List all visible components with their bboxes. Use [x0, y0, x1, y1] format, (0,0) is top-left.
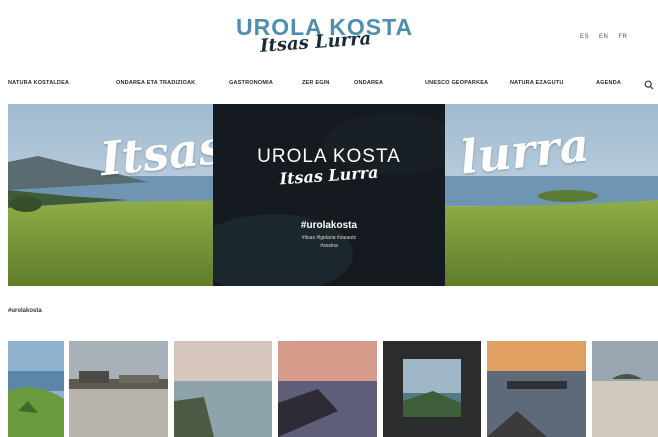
- hero-card-texture: [213, 104, 445, 286]
- photo-sea-rocks[interactable]: [174, 341, 272, 437]
- photo-coast-green[interactable]: [8, 341, 64, 437]
- photo-beach-island[interactable]: [592, 341, 658, 437]
- site-header: UROLA KOSTA Itsas Lurra ES EN FR: [0, 0, 658, 66]
- nav-item-4[interactable]: ZER EGIN: [302, 80, 330, 86]
- hero-tags-line-2: #zestoa: [320, 243, 338, 249]
- photo-sunset-cliffs[interactable]: [278, 341, 377, 437]
- language-switcher: ES EN FR: [580, 34, 627, 40]
- nav-item-3[interactable]: GASTRONOMIA: [229, 80, 273, 86]
- nav-item-7[interactable]: NATURA EZAGUTU: [510, 80, 564, 86]
- lang-en[interactable]: EN: [599, 34, 608, 40]
- lang-es[interactable]: ES: [580, 34, 589, 40]
- hero-tags: #itsas #lgetaria #zarautz #zestoa: [213, 234, 445, 250]
- nav-item-2[interactable]: ONDAREA ETA TRADIZIOAK: [116, 80, 195, 86]
- photo-harbor-reflection[interactable]: [69, 341, 168, 437]
- search-icon[interactable]: [644, 80, 654, 90]
- hero-hashtag: #urolakosta: [300, 220, 358, 231]
- instagram-section-label: #urolakosta: [8, 308, 42, 314]
- hero-tags-line-1: #itsas #lgetaria #zarautz: [301, 235, 357, 241]
- nav-item-1[interactable]: NATURA KOSTALDEA: [8, 80, 69, 86]
- photo-window-view[interactable]: [383, 341, 481, 437]
- photo-pier-sunset[interactable]: [487, 341, 586, 437]
- photo-strip: [8, 341, 658, 437]
- nav-item-8[interactable]: AGENDA: [596, 80, 621, 86]
- lang-fr[interactable]: FR: [618, 34, 627, 40]
- site-logo[interactable]: UROLA KOSTA Itsas Lurra: [236, 14, 426, 62]
- hero-card: UROLA KOSTA Itsas Lurra #urolakosta #its…: [213, 104, 445, 286]
- hero-banner[interactable]: Itsas lurra UROLA KOSTA Itsas Lurra #uro…: [8, 104, 658, 286]
- nav-item-5[interactable]: ONDAREA: [354, 80, 383, 86]
- main-nav: NATURA KOSTALDEA ONDAREA ETA TRADIZIOAK …: [0, 78, 658, 92]
- nav-item-6[interactable]: UNESCO GEOPARKEA: [425, 80, 488, 86]
